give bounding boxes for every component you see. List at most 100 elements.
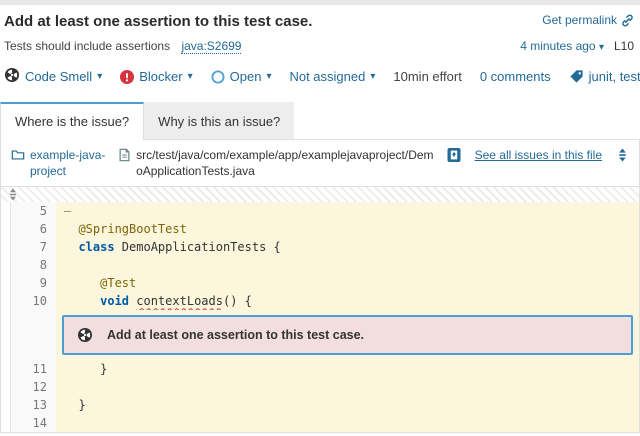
file-header: example-java-project src/test/java/com/e…: [1, 140, 639, 187]
gutter-strip: [1, 396, 11, 414]
tags-dropdown[interactable]: junit, tests ▾: [569, 69, 640, 84]
code-smell-icon: [4, 67, 20, 83]
severity-label: Blocker: [139, 69, 182, 84]
code-line: –: [56, 202, 639, 220]
comments-link[interactable]: 0 comments: [480, 69, 551, 84]
pin-file-button[interactable]: [616, 147, 629, 163]
unfold-vertical-icon: [616, 147, 629, 163]
effort-label: 10min effort: [393, 69, 461, 84]
file-path-text: src/test/java/com/example/app/examplejav…: [136, 147, 439, 179]
line-number[interactable]: [11, 310, 56, 360]
line-number[interactable]: 9: [11, 274, 56, 292]
code-line: [56, 256, 639, 274]
code-line-row: 7 class DemoApplicationTests {: [1, 238, 639, 256]
code-line-row: 10 void contextLoads() {: [1, 292, 639, 310]
severity-dropdown[interactable]: Blocker ▾: [120, 69, 192, 84]
project-name: example-java-project: [30, 147, 110, 179]
issue-snippet-panel: example-java-project src/test/java/com/e…: [0, 139, 640, 433]
line-number[interactable]: 6: [11, 220, 56, 238]
code-token: () {: [223, 294, 252, 308]
chevron-down-icon: ▾: [370, 71, 375, 82]
chevron-down-icon: ▾: [266, 71, 271, 82]
chevron-down-icon: ▾: [599, 42, 604, 53]
issue-type-label: Code Smell: [25, 69, 92, 84]
page-root: Add at least one assertion to this test …: [0, 0, 640, 433]
issue-message-box[interactable]: Add at least one assertion to this test …: [62, 315, 633, 355]
code-line-row: 11 }: [1, 360, 639, 378]
line-number[interactable]: 14: [11, 414, 56, 432]
file-issues-icon: [447, 147, 461, 163]
code-line-row: 8: [1, 256, 639, 274]
issue-age-dropdown[interactable]: 4 minutes ago ▾: [520, 39, 604, 53]
code-line: @SpringBootTest: [56, 220, 639, 238]
code-line: }: [56, 396, 639, 414]
expand-lines-above-button[interactable]: [7, 187, 19, 207]
tab-where-is-the-issue[interactable]: Where is the issue?: [0, 102, 144, 140]
gutter-strip: [1, 310, 11, 360]
issue-type-dropdown[interactable]: Code Smell ▾: [4, 67, 102, 86]
code-line: class DemoApplicationTests {: [56, 238, 639, 256]
line-number[interactable]: 13: [11, 396, 56, 414]
tag-icon: [569, 69, 584, 84]
gutter-strip: [1, 274, 11, 292]
issues-in-file-button[interactable]: [447, 147, 461, 163]
line-number[interactable]: 8: [11, 256, 56, 274]
code-token: @SpringBootTest: [78, 222, 186, 236]
collapsed-lines-row: [1, 187, 639, 202]
file-path: src/test/java/com/example/app/examplejav…: [118, 147, 439, 179]
rule-key-link[interactable]: java:S2699: [181, 39, 241, 54]
permalink-label: Get permalink: [542, 13, 617, 27]
project-folder-icon: [11, 148, 25, 162]
assignee-label: Not assigned: [289, 69, 365, 84]
assignee-dropdown[interactable]: Not assigned ▾: [289, 69, 375, 84]
gutter-strip: [1, 292, 11, 310]
line-number[interactable]: 7: [11, 238, 56, 256]
get-permalink-link[interactable]: Get permalink: [542, 13, 634, 27]
code-token: [64, 222, 78, 236]
project-link[interactable]: example-java-project: [11, 147, 110, 179]
line-number[interactable]: 10: [11, 292, 56, 310]
see-all-issues-link[interactable]: See all issues in this file: [475, 148, 602, 162]
code-token: void: [100, 294, 129, 308]
file-icon: [118, 148, 131, 162]
issue-header: Add at least one assertion to this test …: [0, 5, 640, 53]
rule-row: Tests should include assertions java:S26…: [4, 39, 241, 53]
issue-message-row: Add at least one assertion to this test …: [1, 310, 639, 360]
code-token: class: [78, 240, 114, 254]
code-line: [56, 414, 639, 432]
issue-tabs: Where is the issue? Why is this an issue…: [0, 102, 640, 139]
code-rows: 5–6 @SpringBootTest7 class DemoApplicati…: [1, 202, 639, 432]
status-dropdown[interactable]: Open ▾: [211, 69, 272, 84]
code-smell-icon: [77, 327, 93, 343]
tags-label: junit, tests: [589, 69, 640, 84]
code-line: [56, 378, 639, 396]
issue-message-text: Add at least one assertion to this test …: [107, 326, 364, 344]
issue-message-cell: Add at least one assertion to this test …: [56, 310, 639, 360]
code-token: @Test: [100, 276, 136, 290]
blocker-icon: [120, 70, 134, 84]
code-line-row: 12: [1, 378, 639, 396]
issue-toolbar: Code Smell ▾ Blocker ▾ Open ▾ Not assign…: [0, 67, 640, 86]
status-label: Open: [230, 69, 262, 84]
issue-title: Add at least one assertion to this test …: [4, 13, 312, 30]
issue-line-ref: L10: [614, 39, 634, 53]
code-line-row: 6 @SpringBootTest: [1, 220, 639, 238]
line-number[interactable]: 12: [11, 378, 56, 396]
code-token: }: [64, 398, 86, 412]
open-status-icon: [211, 70, 225, 84]
code-token: contextLoads: [136, 294, 223, 308]
code-line-row: 5–: [1, 202, 639, 220]
tab-why-is-this-an-issue[interactable]: Why is this an issue?: [144, 102, 294, 139]
code-smell-icon-slot: [4, 67, 20, 86]
gutter-strip: [1, 220, 11, 238]
code-line: }: [56, 360, 639, 378]
code-token: [64, 276, 100, 290]
line-number[interactable]: 11: [11, 360, 56, 378]
unfold-vertical-icon: [7, 187, 19, 202]
code-line-row: 14: [1, 414, 639, 432]
code-line-row: 9 @Test: [1, 274, 639, 292]
gutter-strip: [1, 238, 11, 256]
code-token: [64, 294, 100, 308]
code-line-row: 13 }: [1, 396, 639, 414]
gutter-strip: [1, 360, 11, 378]
